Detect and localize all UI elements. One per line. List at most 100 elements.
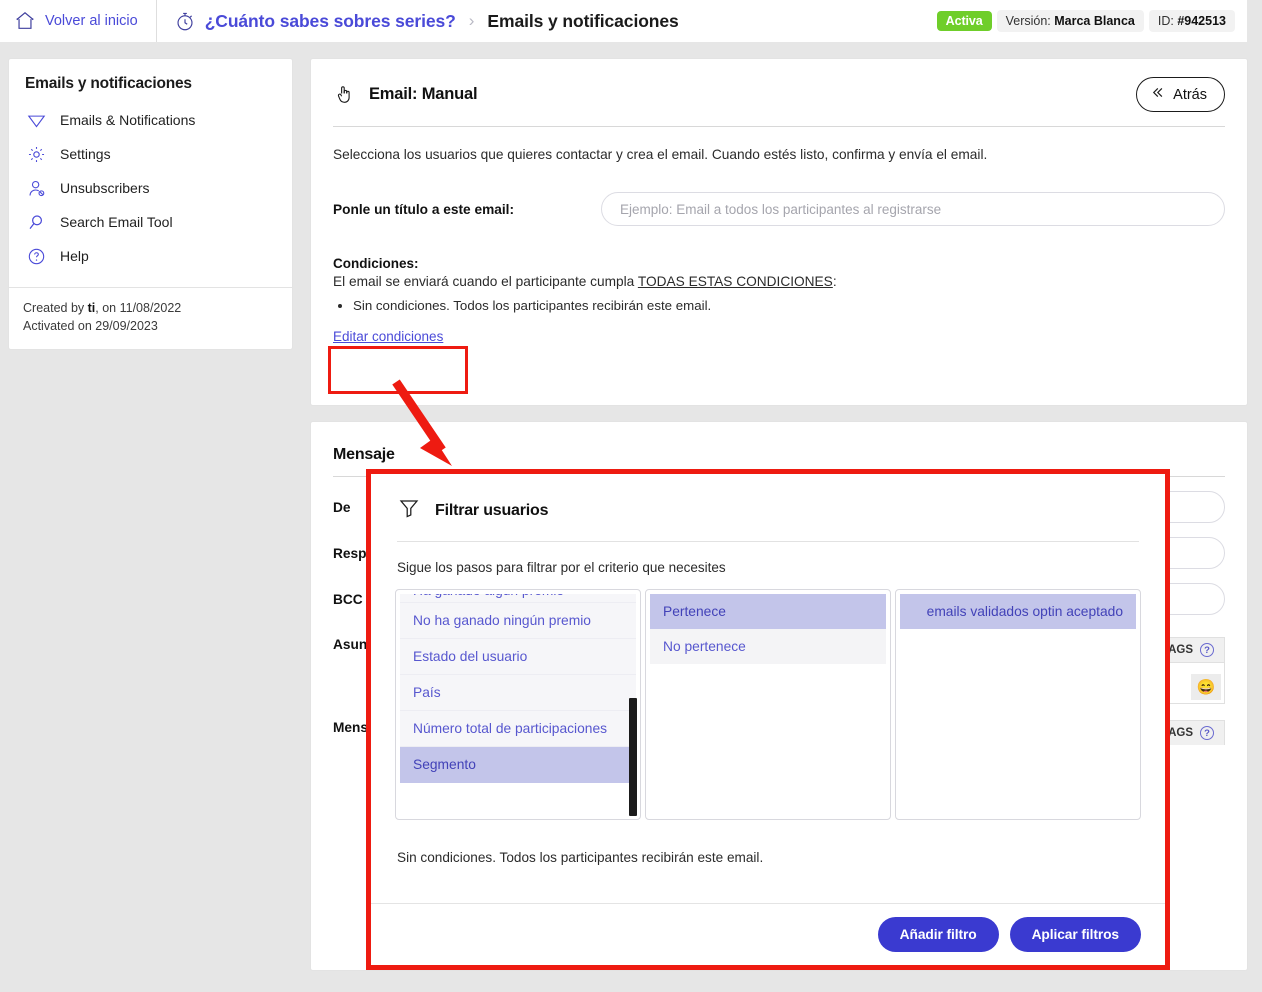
question-circle-icon[interactable]: ? <box>1200 643 1214 657</box>
operator-list[interactable]: Pertenece No pertenece <box>645 589 891 820</box>
question-circle-icon[interactable]: ? <box>1200 726 1214 740</box>
id-value: #942513 <box>1177 14 1226 28</box>
sidebar-item-emails-notifications[interactable]: Emails & Notifications <box>9 103 292 137</box>
message-heading: Mensaje <box>333 446 395 463</box>
email-title-label: Ponle un título a este email: <box>333 201 515 217</box>
sidebar-item-label: Emails & Notifications <box>60 112 196 128</box>
question-circle-icon <box>25 245 47 267</box>
conditions-sentence-prefix: El email se enviará cuando el participan… <box>333 274 638 289</box>
user-remove-icon <box>25 177 47 199</box>
top-bar-meta: Activa Versión: Marca Blanca ID: #942513 <box>936 10 1247 32</box>
filter-columns: Ha ganado algún premio No ha ganado ning… <box>371 575 1165 820</box>
version-prefix: Versión: <box>1005 14 1051 28</box>
edit-conditions-link[interactable]: Editar condiciones <box>333 329 443 344</box>
email-title-field-row: Ponle un título a este email: <box>311 162 1247 226</box>
breadcrumb: ¿Cuánto sabes sobres series? › Emails y … <box>157 0 679 42</box>
list-item-label: País <box>413 685 441 700</box>
modal-note: Sin condiciones. Todos los participantes… <box>397 850 764 865</box>
stopwatch-icon <box>174 10 196 32</box>
gear-icon <box>25 143 47 165</box>
edit-conditions-highlight-rect <box>328 346 468 394</box>
version-chip: Versión: Marca Blanca <box>996 10 1144 32</box>
breadcrumb-current: Emails y notificaciones <box>487 10 679 31</box>
conditions-list: Sin condiciones. Todos los participantes… <box>353 298 1225 313</box>
created-prefix: Created by <box>23 301 88 315</box>
created-suffix: , on 11/08/2022 <box>95 301 182 315</box>
list-item-selected[interactable]: Pertenece <box>650 594 886 629</box>
funnel-icon <box>397 496 421 525</box>
email-card-header: Email: Manual Atrás <box>311 59 1247 112</box>
status-badge: Activa <box>936 11 992 31</box>
sidebar: Emails y notificaciones Emails & Notific… <box>8 58 293 351</box>
created-line: Created by ti, on 11/08/2022 <box>23 299 278 317</box>
value-list-inner: emails validados optin aceptado <box>896 590 1140 819</box>
top-bar: Volver al inicio ¿Cuánto sabes sobres se… <box>0 0 1247 42</box>
list-item[interactable]: Estado del usuario <box>400 639 636 675</box>
conditions-all-link[interactable]: TODAS ESTAS CONDICIONES <box>638 274 833 289</box>
email-card-intro: Selecciona los usuarios que quieres cont… <box>333 147 988 162</box>
list-item-label: Ha ganado algún premio <box>413 594 564 598</box>
conditions-sentence: El email se enviará cuando el participan… <box>333 274 1225 289</box>
add-filter-button[interactable]: Añadir filtro <box>877 917 999 952</box>
list-item-label: Estado del usuario <box>413 649 528 664</box>
sidebar-item-label: Search Email Tool <box>60 214 173 230</box>
email-title-input[interactable] <box>601 192 1225 226</box>
apply-filters-button[interactable]: Aplicar filtros <box>1009 917 1141 952</box>
back-to-home-button[interactable]: Volver al inicio <box>0 0 157 42</box>
back-to-home-label: Volver al inicio <box>45 13 138 29</box>
modal-footer: Añadir filtro Aplicar filtros <box>371 903 1165 965</box>
modal-header: Filtrar usuarios <box>371 474 1165 525</box>
modal-subtitle: Sigue los pasos para filtrar por el crit… <box>397 560 726 575</box>
sidebar-item-help[interactable]: Help <box>9 239 292 273</box>
criteria-list-inner: Ha ganado algún premio No ha ganado ning… <box>396 590 640 819</box>
grinning-face-icon[interactable]: 😄 <box>1191 674 1221 700</box>
sidebar-item-unsubscribers[interactable]: Unsubscribers <box>9 171 292 205</box>
sidebar-item-settings[interactable]: Settings <box>9 137 292 171</box>
filter-users-modal: Filtrar usuarios Sigue los pasos para fi… <box>371 474 1165 965</box>
hand-pointer-icon <box>333 83 359 106</box>
id-chip: ID: #942513 <box>1148 10 1235 32</box>
activated-line: Activated on 29/09/2023 <box>23 319 158 334</box>
list-item-selected[interactable]: emails validados optin aceptado <box>900 594 1136 629</box>
conditions-sentence-suffix: : <box>832 274 837 289</box>
list-item[interactable]: No ha ganado ningún premio <box>400 603 636 639</box>
modal-title: Filtrar usuarios <box>435 501 549 519</box>
conditions-heading: Condiciones: <box>333 256 419 271</box>
operator-list-inner: Pertenece No pertenece <box>646 590 890 819</box>
back-button-label: Atrás <box>1173 86 1207 103</box>
version-value: Marca Blanca <box>1054 14 1135 28</box>
sidebar-footer: Created by ti, on 11/08/2022 Activated o… <box>9 288 292 349</box>
list-item[interactable]: Ha ganado algún premio <box>400 594 636 603</box>
value-list[interactable]: emails validados optin aceptado <box>895 589 1141 820</box>
list-item-label: Segmento <box>413 757 476 772</box>
list-item[interactable]: País <box>400 675 636 711</box>
sidebar-item-label: Help <box>60 248 89 264</box>
page-title: Email: Manual <box>369 85 478 103</box>
list-item-label: Número total de participaciones <box>413 721 608 736</box>
tags-label: TAGS <box>1161 644 1193 656</box>
breadcrumb-separator: › <box>468 11 475 30</box>
list-item-label: No ha ganado ningún premio <box>413 613 591 628</box>
list-item-label: emails validados optin aceptado <box>926 604 1123 619</box>
conditions-section: Condiciones: El email se enviará cuando … <box>311 226 1247 313</box>
tags-label: TAGS <box>1161 727 1193 739</box>
list-item-selected[interactable]: Segmento <box>400 747 636 783</box>
criteria-list[interactable]: Ha ganado algún premio No ha ganado ning… <box>395 589 641 820</box>
sidebar-item-search-email-tool[interactable]: Search Email Tool <box>9 205 292 239</box>
list-item[interactable]: Número total de participaciones <box>400 711 636 747</box>
sidebar-heading: Emails y notificaciones <box>25 75 192 92</box>
search-icon <box>25 211 47 233</box>
sidebar-nav: Emails & Notifications Settings Unsubscr… <box>9 103 292 287</box>
breadcrumb-quiz-link[interactable]: ¿Cuánto sabes sobres series? <box>205 11 456 32</box>
paper-plane-icon <box>25 109 47 131</box>
email-manual-card: Email: Manual Atrás Selecciona los usuar… <box>310 58 1248 406</box>
list-item[interactable]: No pertenece <box>650 629 886 664</box>
chevron-double-left-icon <box>1150 85 1165 104</box>
criteria-list-scrollbar[interactable] <box>629 698 637 816</box>
id-prefix: ID: <box>1157 14 1174 28</box>
sidebar-item-label: Settings <box>60 146 111 162</box>
list-item-label: Pertenece <box>663 604 726 619</box>
home-icon <box>14 10 36 32</box>
back-button[interactable]: Atrás <box>1136 77 1225 112</box>
condition-item: Sin condiciones. Todos los participantes… <box>353 298 1225 313</box>
